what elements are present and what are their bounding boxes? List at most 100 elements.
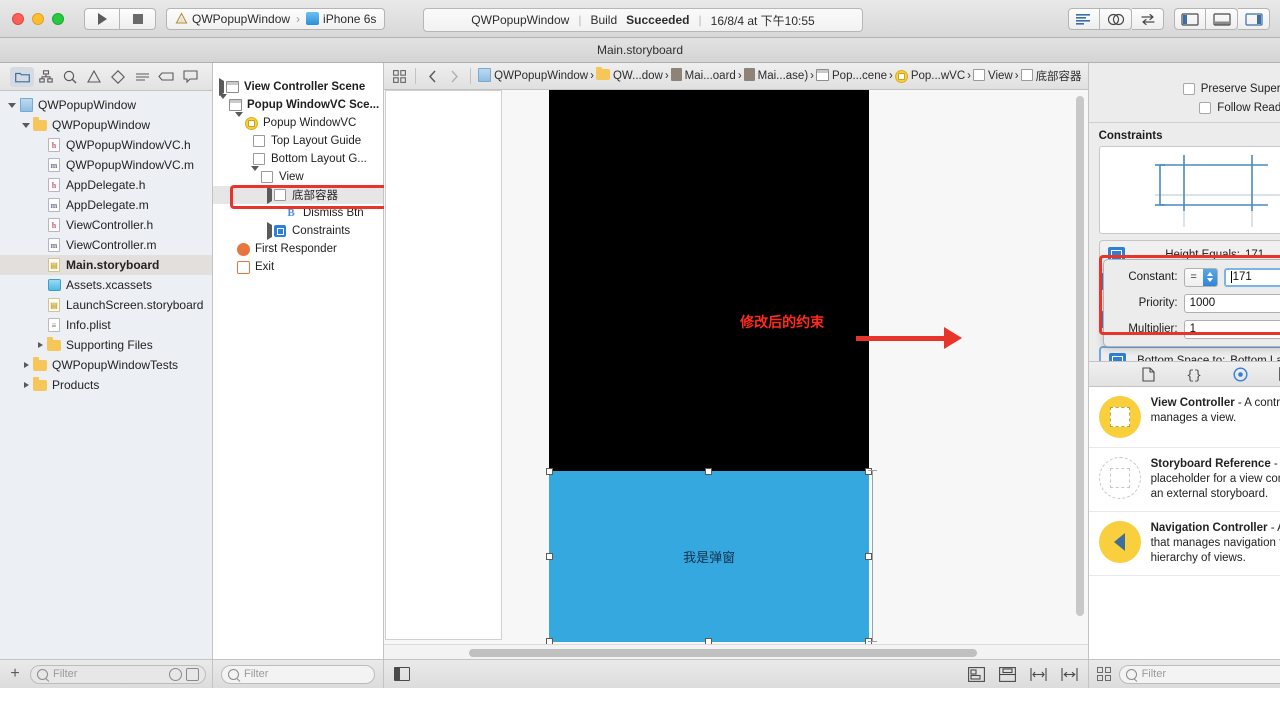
stop-button[interactable]: [120, 7, 156, 30]
breadcrumb-item[interactable]: Mai...ase): [743, 68, 808, 84]
breadcrumb-item[interactable]: 底部容器: [1020, 68, 1082, 84]
toggle-inspector-button[interactable]: [1238, 8, 1270, 30]
multiplier-input[interactable]: 1: [1183, 319, 1280, 339]
checkbox-icon[interactable]: [1182, 82, 1195, 95]
outline-item[interactable]: First Responder: [213, 240, 383, 258]
breadcrumb-item[interactable]: Pop...wVC: [894, 69, 965, 83]
breadcrumb-item[interactable]: Mai...oard: [670, 68, 736, 84]
navigator-item[interactable]: QWPopupWindowTests: [0, 355, 212, 375]
run-button[interactable]: [84, 7, 120, 30]
forward-button[interactable]: [445, 70, 463, 83]
back-button[interactable]: [423, 70, 441, 83]
breadcrumb-item[interactable]: QWPopupWindow: [478, 67, 588, 85]
auto-layout-align-button[interactable]: [967, 666, 985, 682]
navigator-item[interactable]: m AppDelegate.m: [0, 195, 212, 215]
inspector-checkbox-row[interactable]: Follow Readable Width: [1099, 98, 1280, 117]
interface-builder-canvas[interactable]: 我是弹窗 修改后的约束: [384, 90, 1088, 659]
library-item[interactable]: Navigation Controller - A controller tha…: [1088, 512, 1280, 576]
quick-help-tab[interactable]: {}: [1184, 365, 1204, 383]
object-library[interactable]: View Controller - A controller that mana…: [1088, 387, 1280, 659]
disclosure-triangle[interactable]: [20, 362, 32, 368]
inspector-checkbox-row[interactable]: Preserve Superview Mar...: [1099, 79, 1280, 98]
checkbox-icon[interactable]: [1199, 101, 1212, 114]
navigator-item[interactable]: QWPopupWindow: [0, 95, 212, 115]
auto-layout-resizing-button[interactable]: [1061, 667, 1078, 682]
assistant-editor-button[interactable]: [1100, 8, 1132, 30]
source-control-filter-icon[interactable]: [186, 667, 199, 681]
relation-stepper-arrows[interactable]: [1202, 268, 1217, 286]
navigator-tab-debug[interactable]: [130, 67, 154, 87]
file-inspector-tab[interactable]: [1138, 365, 1158, 383]
library-item[interactable]: Storyboard Reference - Provides a placeh…: [1088, 448, 1280, 512]
recent-files-filter-icon[interactable]: [169, 667, 182, 681]
selection-handle-ml[interactable]: [546, 553, 554, 560]
navigator-item[interactable]: Assets.xcassets: [0, 275, 212, 295]
auto-layout-resolve-button[interactable]: [1030, 667, 1047, 682]
navigator-tab-breakpoint[interactable]: [154, 67, 178, 87]
navigator-file-tree[interactable]: QWPopupWindow QWPopupWindow h QWPopupWindow…: [0, 91, 212, 659]
navigator-tab-issues[interactable]: [82, 67, 106, 87]
disclosure-triangle[interactable]: [34, 342, 46, 348]
constant-input[interactable]: 171: [1223, 267, 1280, 287]
canvas-horizontal-scrollbar[interactable]: [384, 644, 1088, 659]
navigator-tab-test[interactable]: [106, 67, 130, 87]
identity-inspector-tab[interactable]: [1230, 365, 1250, 383]
outline-item[interactable]: B Dismiss Btn: [213, 204, 383, 222]
scheme-selector[interactable]: QWPopupWindow › iPhone 6s: [166, 7, 386, 30]
canvas-split-toggle[interactable]: [394, 667, 411, 681]
outline-item[interactable]: Constraints: [213, 222, 383, 240]
navigator-item[interactable]: ▤ Main.storyboard: [0, 255, 212, 275]
priority-input[interactable]: 1000: [1183, 293, 1280, 313]
navigator-tab-search[interactable]: [58, 67, 82, 87]
navigator-item[interactable]: h AppDelegate.h: [0, 175, 212, 195]
disclosure-triangle[interactable]: [20, 382, 32, 388]
navigator-filter-field[interactable]: Filter: [30, 664, 206, 684]
library-item[interactable]: View Controller - A controller that mana…: [1088, 387, 1280, 448]
toggle-navigator-button[interactable]: [1174, 8, 1206, 30]
disclosure-triangle[interactable]: [6, 102, 18, 108]
navigator-tab-report[interactable]: [178, 67, 202, 87]
constraint-row[interactable]: Bottom Space to:Bottom La...Edit: [1098, 346, 1280, 361]
device-screen[interactable]: [549, 90, 870, 471]
navigator-item[interactable]: Supporting Files: [0, 335, 212, 355]
navigator-item[interactable]: h QWPopupWindowVC.h: [0, 135, 212, 155]
outline-item[interactable]: View: [213, 166, 383, 186]
outline-item[interactable]: Top Layout Guide: [213, 132, 383, 150]
breadcrumb-item[interactable]: QW...dow: [595, 66, 663, 83]
navigator-item[interactable]: m ViewController.m: [0, 235, 212, 255]
navigator-tab-project[interactable]: [10, 66, 34, 87]
toggle-debug-button[interactable]: [1206, 8, 1238, 30]
auto-layout-pin-button[interactable]: [998, 666, 1016, 682]
navigator-item[interactable]: ≡ Info.plist: [0, 315, 212, 335]
version-editor-button[interactable]: [1132, 8, 1164, 30]
disclosure-triangle[interactable]: [219, 94, 227, 111]
outline-tree[interactable]: View Controller Scene Popup WindowVC Sce.…: [213, 74, 384, 659]
standard-editor-button[interactable]: [1068, 8, 1100, 30]
horizontal-scroll-thumb[interactable]: [469, 649, 978, 657]
library-filter-field[interactable]: Filter: [1118, 664, 1280, 684]
disclosure-triangle[interactable]: [251, 166, 259, 183]
relation-stepper[interactable]: =: [1183, 267, 1218, 287]
outline-item[interactable]: Popup WindowVC: [213, 112, 383, 132]
breadcrumb-item[interactable]: Pop...cene: [816, 68, 887, 84]
outline-item[interactable]: View Controller Scene: [213, 78, 383, 96]
attributes-inspector-tab[interactable]: [1276, 365, 1280, 383]
outline-item[interactable]: Bottom Layout G...: [213, 150, 383, 168]
navigator-item[interactable]: QWPopupWindow: [0, 115, 212, 135]
navigator-tab-source-control[interactable]: [34, 67, 58, 87]
zoom-button[interactable]: [52, 12, 64, 25]
vertical-scroll-thumb[interactable]: [1075, 96, 1084, 616]
outline-item-selected[interactable]: 底部容器: [213, 186, 384, 204]
disclosure-triangle[interactable]: [20, 122, 32, 128]
navigator-item[interactable]: ▤ LaunchScreen.storyboard: [0, 295, 212, 315]
library-grid-view-button[interactable]: [1096, 667, 1111, 681]
close-button[interactable]: [12, 12, 24, 25]
selection-handle-mr[interactable]: [865, 553, 873, 560]
navigator-item[interactable]: h ViewController.h: [0, 215, 212, 235]
constraint-diagram[interactable]: [1098, 146, 1280, 234]
add-file-button[interactable]: +: [6, 666, 24, 682]
related-files-button[interactable]: [390, 69, 408, 83]
canvas-vertical-scrollbar[interactable]: [1072, 90, 1088, 644]
outline-filter-field[interactable]: Filter: [221, 664, 376, 684]
breadcrumb-item[interactable]: View: [973, 68, 1013, 84]
